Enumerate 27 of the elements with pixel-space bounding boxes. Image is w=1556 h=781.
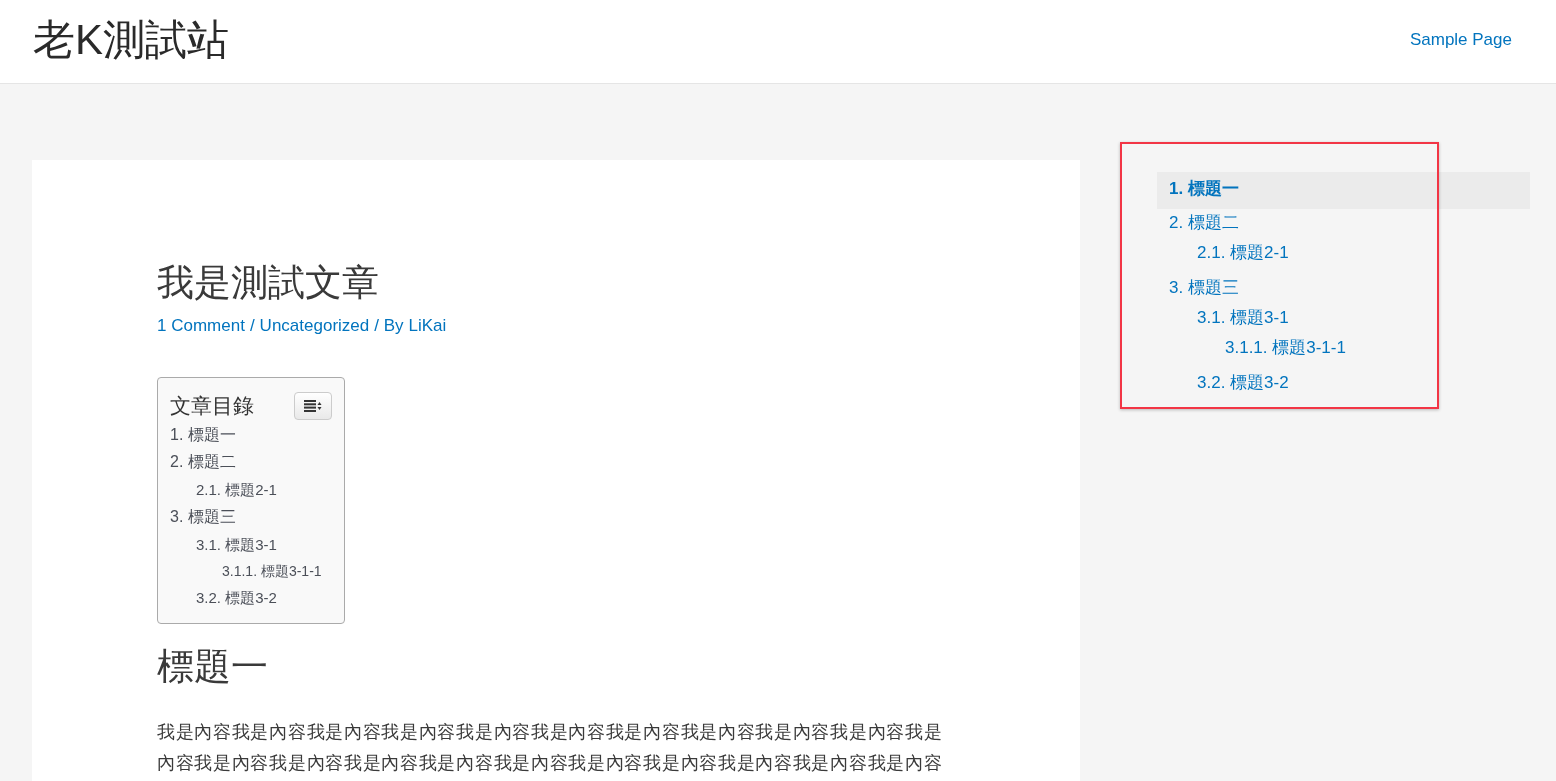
toc-link[interactable]: 3.1.1. 標題3-1-1 <box>222 558 332 585</box>
site-title[interactable]: 老K測試站 <box>33 18 229 61</box>
meta-link[interactable]: 1 Comment <box>157 313 245 339</box>
sidebar-toc-link[interactable]: 2.1. 標題2-1 <box>1185 239 1530 269</box>
toc-link[interactable]: 3. 標題三 <box>170 503 332 531</box>
section-heading: 標題一 <box>157 645 268 689</box>
meta-link[interactable]: Uncategorized <box>259 313 370 339</box>
toc-link[interactable]: 2.1. 標題2-1 <box>196 476 332 504</box>
sidebar-toc-link[interactable]: 3.1. 標題3-1 <box>1185 304 1530 334</box>
toc-link[interactable]: 1. 標題一 <box>170 421 332 449</box>
nav-link[interactable]: Sample Page <box>1409 26 1512 53</box>
sidebar-toc-link[interactable]: 3.2. 標題3-2 <box>1185 369 1530 399</box>
meta-separator: / By <box>374 315 404 337</box>
toc-link[interactable]: 3.2. 標題3-2 <box>196 584 332 612</box>
sidebar-toc-link[interactable]: 3.1.1. 標題3-1-1 <box>1213 334 1530 364</box>
list-icon <box>304 400 322 412</box>
sidebar-toc-link[interactable]: 1. 標題一 <box>1157 172 1530 209</box>
article-title: 我是測試文章 <box>157 261 379 305</box>
meta-separator: / <box>249 315 255 337</box>
meta-link[interactable]: LiKai <box>408 313 447 339</box>
toc-toggle-button[interactable] <box>294 392 332 420</box>
toc-link[interactable]: 3.1. 標題3-1 <box>196 531 332 559</box>
toc-title: 文章目錄 <box>170 393 254 420</box>
sidebar-toc-link[interactable]: 2. 標題二 <box>1157 209 1530 239</box>
sidebar-toc-link[interactable]: 3. 標題三 <box>1157 274 1530 304</box>
section-paragraph: 我是內容我是內容我是內容我是內容我是內容我是內容我是內容我是內容我是內容我是內容我是內容我是內容我是內容我是內容我是內容我是內容我是內容我是內容我是內容我是內容我是內容 <box>157 721 944 775</box>
toc-link[interactable]: 2. 標題二 <box>170 448 332 476</box>
